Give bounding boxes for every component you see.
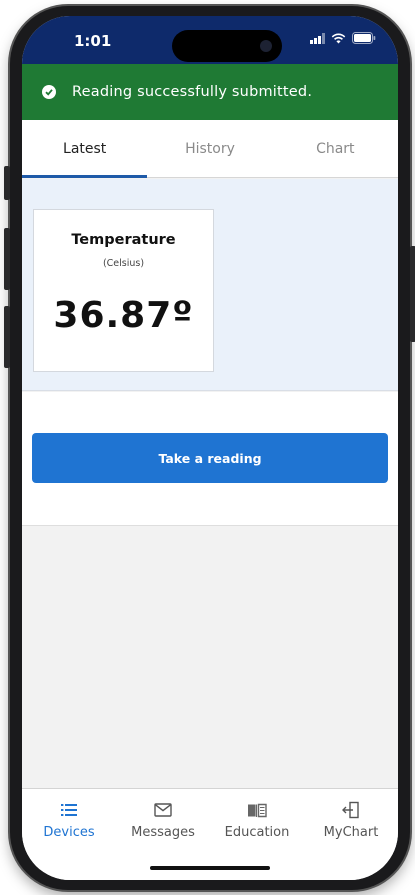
temperature-card[interactable]: Temperature (Celsius) 36.87º — [33, 209, 214, 372]
check-circle-icon — [42, 85, 56, 99]
take-reading-button[interactable]: Take a reading — [32, 433, 388, 483]
nav-label: Devices — [43, 825, 95, 840]
envelope-icon — [154, 799, 172, 821]
battery-icon — [352, 32, 376, 44]
nav-devices[interactable]: Devices — [22, 799, 116, 880]
app-screen: 1:01 Reading successfully submitted. Lat… — [22, 16, 398, 880]
action-panel: Take a reading — [22, 392, 398, 526]
status-bar: 1:01 — [22, 16, 398, 64]
card-unit: (Celsius) — [102, 258, 145, 269]
power-button — [410, 246, 415, 342]
home-indicator[interactable] — [150, 866, 270, 870]
nav-label: Education — [224, 825, 290, 840]
latest-readings-panel: Temperature (Celsius) 36.87º — [22, 179, 398, 391]
success-banner: Reading successfully submitted. — [22, 64, 398, 120]
status-icons — [310, 32, 376, 44]
wifi-icon — [331, 33, 346, 43]
tab-history[interactable]: History — [147, 120, 272, 177]
silent-switch — [4, 166, 10, 200]
volume-down-button — [4, 306, 10, 368]
temperature-value: 36.87º — [53, 295, 194, 336]
exit-door-icon — [342, 799, 360, 821]
signal-icon — [310, 32, 325, 44]
nav-mychart[interactable]: MyChart — [304, 799, 398, 880]
dynamic-island — [172, 30, 282, 62]
book-icon — [247, 799, 267, 821]
status-time: 1:01 — [74, 32, 112, 50]
list-icon — [61, 799, 77, 821]
camera-icon — [260, 40, 272, 52]
tab-latest[interactable]: Latest — [22, 120, 148, 178]
nav-label: MyChart — [323, 825, 379, 840]
tab-bar: Latest History Chart — [22, 120, 398, 178]
card-title: Temperature — [71, 232, 176, 248]
nav-label: Messages — [131, 825, 195, 840]
volume-up-button — [4, 228, 10, 290]
banner-message: Reading successfully submitted. — [72, 84, 313, 100]
phone-frame: 1:01 Reading successfully submitted. Lat… — [4, 6, 415, 890]
tab-chart[interactable]: Chart — [273, 120, 398, 177]
